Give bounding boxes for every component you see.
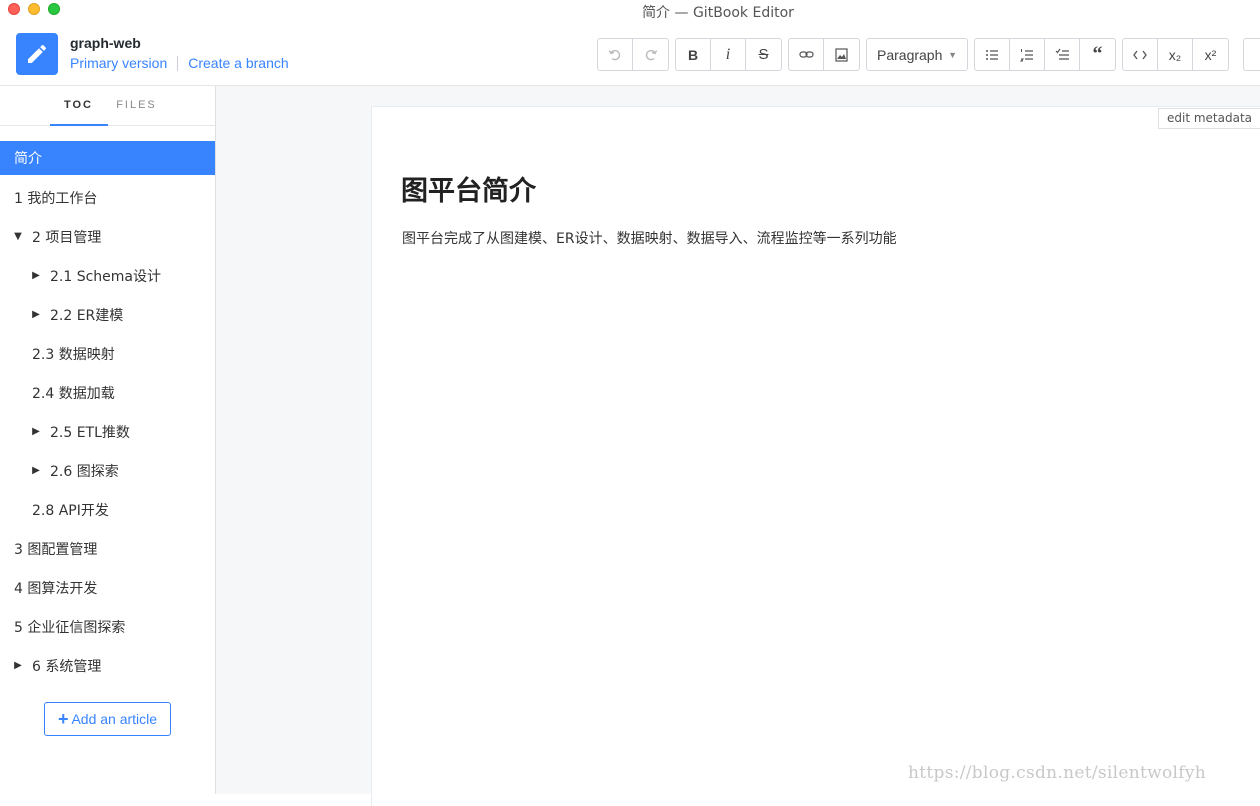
code-button[interactable] (1123, 39, 1158, 70)
task-list-button[interactable] (1045, 39, 1080, 70)
page-paragraph[interactable]: 图平台完成了从图建模、ER设计、数据映射、数据导入、流程监控等一系列功能 (402, 228, 897, 248)
toc-item-label: 2.5 ETL推数 (50, 424, 130, 441)
sidebar: TOC FILES 简介 1 我的工作台 ▼ 2 项目管理 ▶ 2.1 Sche… (0, 86, 216, 794)
toc-item[interactable]: ▶ 2.6 图探索 (0, 451, 215, 490)
branch-row: Primary version Create a branch (70, 55, 289, 71)
bulleted-list-button[interactable] (975, 39, 1010, 70)
undo-icon (608, 49, 621, 60)
checklist-icon (1055, 48, 1069, 60)
block-type-group: Paragraph ▼ (866, 38, 968, 71)
list-group: “ (974, 38, 1116, 71)
toc-item-label: 2.1 Schema设计 (50, 268, 162, 285)
toc-item[interactable]: 2.4 数据加载 (0, 373, 215, 412)
toc-item-label: 3 图配置管理 (14, 541, 98, 558)
toc-item-label: 1 我的工作台 (14, 190, 98, 207)
page-heading[interactable]: 图平台简介 (401, 169, 536, 208)
toc-item-label: 简介 (14, 151, 42, 167)
history-group (597, 38, 669, 71)
paragraph-label: Paragraph (877, 46, 943, 63)
superscript-button[interactable]: x² (1193, 39, 1228, 70)
numbered-list-button[interactable] (1010, 39, 1045, 70)
more-toolbar-button[interactable] (1243, 38, 1260, 71)
insert-group (788, 38, 860, 71)
editor-area: edit metadata 图平台简介 图平台完成了从图建模、ER设计、数据映射… (216, 86, 1260, 806)
caret-right-icon[interactable]: ▶ (27, 309, 45, 320)
image-icon (835, 47, 848, 62)
toc-item-label: 2.4 数据加载 (32, 385, 115, 402)
plus-icon: + (57, 708, 69, 729)
toc-item-label: 6 系统管理 (32, 658, 102, 675)
toc-item[interactable]: 2.3 数据映射 (0, 334, 215, 373)
watermark: https://blog.csdn.net/silentwolfyh (908, 763, 1206, 783)
edit-metadata-button[interactable]: edit metadata (1157, 108, 1260, 129)
add-article-label: Add an article (71, 711, 158, 727)
toc-list: 简介 1 我的工作台 ▼ 2 项目管理 ▶ 2.1 Schema设计 ▶ 2.2… (0, 141, 215, 685)
italic-button[interactable]: i (711, 39, 746, 70)
toc-item-label: 2.3 数据映射 (32, 346, 115, 363)
bulleted-list-icon (986, 49, 998, 60)
toc-item[interactable]: ▶ 2.1 Schema设计 (0, 256, 215, 295)
toc-item-label: 4 图算法开发 (14, 580, 98, 597)
book-logo[interactable] (16, 33, 58, 75)
paragraph-select[interactable]: Paragraph ▼ (867, 39, 967, 70)
toc-item[interactable]: 简介 (0, 141, 215, 175)
caret-right-icon[interactable]: ▶ (27, 465, 45, 476)
code-icon (1133, 50, 1147, 59)
pencil-icon (28, 44, 47, 63)
primary-version-link[interactable]: Primary version (70, 55, 167, 71)
sidebar-tabs: TOC FILES (0, 86, 215, 126)
toc-item-label: 2.6 图探索 (50, 463, 119, 480)
image-button[interactable] (824, 39, 859, 70)
subscript-button[interactable]: x₂ (1158, 39, 1193, 70)
toc-item-label: 2 项目管理 (32, 229, 102, 246)
caret-down-icon[interactable]: ▼ (9, 231, 27, 242)
toc-item[interactable]: ▶ 6 系统管理 (0, 646, 215, 685)
tab-files[interactable]: FILES (108, 86, 166, 125)
divider (177, 55, 179, 71)
toc-item-label: 2.2 ER建模 (50, 307, 124, 324)
code-script-group: x₂ x² (1122, 38, 1229, 71)
window-title: 简介 — GitBook Editor (642, 5, 794, 21)
redo-button[interactable] (633, 39, 668, 70)
toc-item[interactable]: 2.8 API开发 (0, 490, 215, 529)
tab-toc[interactable]: TOC (49, 86, 108, 126)
quote-icon: “ (1092, 43, 1103, 65)
inline-style-group: B i S (675, 38, 782, 71)
toc-item[interactable]: 4 图算法开发 (0, 568, 215, 607)
book-name: graph-web (70, 35, 141, 51)
toc-item[interactable]: ▼ 2 项目管理 (0, 217, 215, 256)
add-article-button[interactable]: + Add an article (44, 702, 171, 736)
formatting-toolbar: B i S Paragraph ▼ “ x₂ x² (597, 38, 1235, 71)
editor-header: graph-web Primary version Create a branc… (0, 22, 1260, 86)
blockquote-button[interactable]: “ (1080, 39, 1115, 70)
toc-item[interactable]: 5 企业征信图探索 (0, 607, 215, 646)
toc-item-label: 2.8 API开发 (32, 502, 109, 519)
caret-right-icon[interactable]: ▶ (9, 660, 27, 671)
toc-item-label: 5 企业征信图探索 (14, 619, 126, 636)
caret-right-icon[interactable]: ▶ (27, 426, 45, 437)
toc-item[interactable]: ▶ 2.2 ER建模 (0, 295, 215, 334)
toc-item[interactable]: ▶ 2.5 ETL推数 (0, 412, 215, 451)
undo-button[interactable] (598, 39, 633, 70)
editor-page[interactable] (371, 106, 1260, 806)
strikethrough-button[interactable]: S (746, 39, 781, 70)
create-branch-link[interactable]: Create a branch (188, 55, 288, 71)
caret-right-icon[interactable]: ▶ (27, 270, 45, 281)
toc-item[interactable]: 1 我的工作台 (0, 178, 215, 217)
toc-item[interactable]: 3 图配置管理 (0, 529, 215, 568)
link-icon (798, 51, 814, 58)
numbered-list-icon (1020, 48, 1033, 61)
link-button[interactable] (789, 39, 824, 70)
redo-icon (645, 49, 657, 60)
caret-down-icon: ▼ (948, 49, 957, 60)
bold-button[interactable]: B (676, 39, 711, 70)
window-titlebar: 简介 — GitBook Editor (0, 0, 1260, 22)
